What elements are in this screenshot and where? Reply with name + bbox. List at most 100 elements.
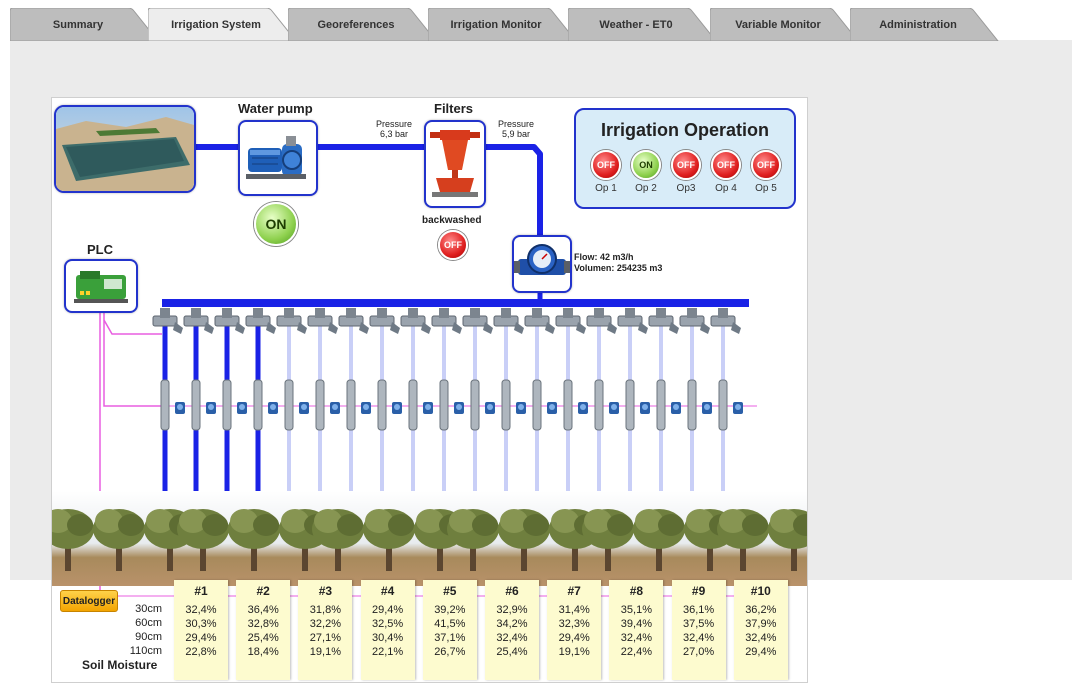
sensor-values: 36,1% 37,5% 32,4% 27,0% xyxy=(672,603,726,659)
olive-orchard-image xyxy=(52,491,807,586)
sensor-column[interactable]: #5 39,2% 41,5% 37,1% 26,7% xyxy=(422,580,477,680)
sensor-column[interactable]: #9 36,1% 37,5% 32,4% 27,0% xyxy=(671,580,726,680)
tab-summary[interactable]: Summary xyxy=(10,8,160,41)
moisture-value: 32,3% xyxy=(558,618,590,630)
solenoid-valve[interactable] xyxy=(152,308,183,334)
moisture-value: 36,2% xyxy=(745,604,777,616)
moisture-value: 34,2% xyxy=(496,618,528,630)
tab-administration[interactable]: Administration xyxy=(850,8,1000,41)
soil-moisture-title: Soil Moisture xyxy=(82,658,158,672)
tab-variable-monitor[interactable]: Variable Monitor xyxy=(710,8,860,41)
inline-flow-sensor xyxy=(346,379,371,431)
pump-status-button[interactable]: ON xyxy=(254,202,298,246)
sensor-column[interactable]: #3 31,8% 32,2% 27,1% 19,1% xyxy=(298,580,353,680)
reservoir-image xyxy=(54,105,196,193)
operation-label: Op 4 xyxy=(715,183,737,194)
tab-irrigation-system[interactable]: Irrigation System xyxy=(148,8,298,41)
pump-icon xyxy=(246,136,306,179)
inline-flow-sensor xyxy=(563,379,588,431)
inline-flow-sensor xyxy=(594,379,619,431)
solenoid-valve[interactable] xyxy=(710,308,741,334)
sensor-id: #4 xyxy=(380,584,395,598)
sensor-values: 36,2% 37,9% 32,4% 29,4% xyxy=(734,603,788,659)
volume-readout: Volumen: 254235 m3 xyxy=(574,263,663,273)
pump-title: Water pump xyxy=(238,101,313,116)
flow-meter-icon xyxy=(514,244,570,275)
moisture-value: 25,4% xyxy=(247,632,279,644)
operation-toggle-button[interactable]: ON xyxy=(631,150,661,180)
inline-flow-sensor xyxy=(718,379,743,431)
meter-readout: Flow: 42 m3/h Volumen: 254235 m3 xyxy=(574,252,662,274)
moisture-value: 32,4% xyxy=(620,632,652,644)
moisture-value: 31,8% xyxy=(309,604,341,616)
inline-flow-sensor xyxy=(470,379,495,431)
moisture-value: 22,4% xyxy=(620,646,652,658)
filter-icon xyxy=(430,130,480,197)
solenoid-valve[interactable] xyxy=(276,308,307,334)
sensor-values: 39,2% 41,5% 37,1% 26,7% xyxy=(423,603,477,659)
solenoid-valve[interactable] xyxy=(214,308,245,334)
solenoid-valve[interactable] xyxy=(617,308,648,334)
sensor-values: 31,4% 32,3% 29,4% 19,1% xyxy=(547,603,601,659)
moisture-value: 19,1% xyxy=(309,646,341,658)
solenoid-valve[interactable] xyxy=(555,308,586,334)
solenoid-valve[interactable] xyxy=(431,308,462,334)
sensor-column[interactable]: #10 36,2% 37,9% 32,4% 29,4% xyxy=(733,580,788,680)
flow-readout: Flow: 42 m3/h xyxy=(574,252,634,262)
solenoid-valve[interactable] xyxy=(369,308,400,334)
sensor-values: 31,8% 32,2% 27,1% 19,1% xyxy=(298,603,352,659)
datalogger-button[interactable]: Datalogger xyxy=(60,590,118,612)
moisture-value: 32,8% xyxy=(247,618,279,630)
inline-flow-sensor xyxy=(315,379,340,431)
solenoid-valve[interactable] xyxy=(586,308,617,334)
sensor-id: #5 xyxy=(443,584,457,598)
filter-unit[interactable] xyxy=(424,120,486,208)
operation-toggle-button[interactable]: OFF xyxy=(591,150,621,180)
solenoid-valve[interactable] xyxy=(307,308,338,334)
sensor-values: 35,1% 39,4% 32,4% 22,4% xyxy=(609,603,663,659)
water-meter[interactable] xyxy=(512,235,572,293)
inline-flow-sensor xyxy=(687,379,712,431)
sensor-column[interactable]: #4 29,4% 32,5% 30,4% 22,1% xyxy=(360,580,415,680)
solenoid-valve[interactable] xyxy=(245,308,276,334)
operation-label: Op3 xyxy=(676,183,696,194)
solenoid-valve[interactable] xyxy=(462,308,493,334)
moisture-value: 39,2% xyxy=(434,604,466,616)
sensor-id: #10 xyxy=(750,584,771,598)
solenoid-valve[interactable] xyxy=(338,308,369,334)
sensor-column[interactable]: #6 32,9% 34,2% 32,4% 25,4% xyxy=(485,580,539,680)
solenoid-valve[interactable] xyxy=(648,308,679,334)
tab-bar: Summary Irrigation System Georeferences Irr… xyxy=(0,0,1072,42)
moisture-value: 32,5% xyxy=(371,618,404,630)
moisture-value: 22,1% xyxy=(371,646,404,658)
tab-irrigation-monitor[interactable]: Irrigation Monitor xyxy=(428,8,578,41)
solenoid-valve[interactable] xyxy=(524,308,555,334)
inline-flow-sensor xyxy=(253,379,278,431)
sensor-column[interactable]: #1 32,4% 30,3% 29,4% 22,8% xyxy=(174,580,228,680)
solenoid-valve[interactable] xyxy=(679,308,710,334)
moisture-value: 41,5% xyxy=(434,618,466,630)
solenoid-valve[interactable] xyxy=(493,308,524,334)
moisture-value: 32,4% xyxy=(496,632,528,644)
solenoid-valve[interactable] xyxy=(183,308,214,334)
operation-toggle-button[interactable]: OFF xyxy=(711,150,741,180)
operation-label: Op 1 xyxy=(595,183,617,194)
moisture-value: 27,0% xyxy=(682,646,715,658)
sensor-column[interactable]: #2 36,4% 32,8% 25,4% 18,4% xyxy=(236,580,291,680)
moisture-value: 32,4% xyxy=(745,632,777,644)
sensor-column[interactable]: #8 35,1% 39,4% 32,4% 22,4% xyxy=(609,580,664,680)
inline-flow-sensor xyxy=(377,379,402,431)
tab-georeferences[interactable]: Georeferences xyxy=(288,8,438,41)
moisture-value: 32,2% xyxy=(309,618,341,630)
water-pump[interactable] xyxy=(238,120,318,196)
operation-toggle-button[interactable]: OFF xyxy=(751,150,781,180)
operation-toggle-button[interactable]: OFF xyxy=(671,150,701,180)
solenoid-valve[interactable] xyxy=(400,308,431,334)
backwash-status-button[interactable]: OFF xyxy=(438,230,468,260)
moisture-value: 22,8% xyxy=(185,646,217,658)
inline-flow-sensor xyxy=(408,379,433,431)
tab-weather-et0[interactable]: Weather - ET0 xyxy=(568,8,718,41)
inline-flow-sensor xyxy=(532,379,557,431)
sensor-column[interactable]: #7 31,4% 32,3% 29,4% 19,1% xyxy=(547,580,602,680)
moisture-value: 36,1% xyxy=(682,604,715,616)
